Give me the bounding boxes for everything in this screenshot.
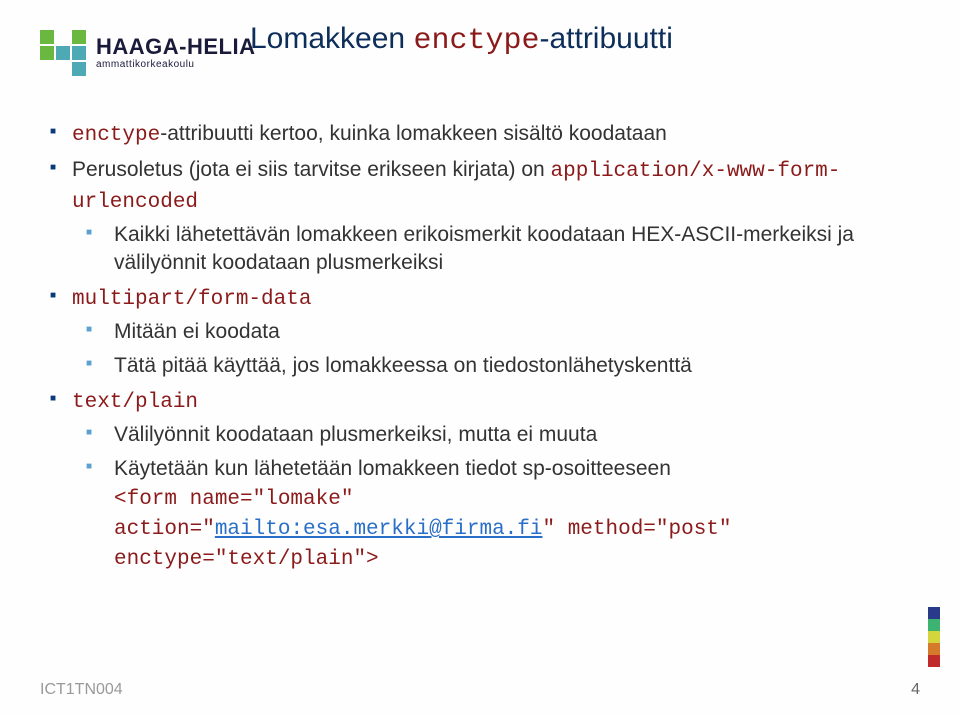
slide-content: enctype-attribuutti kertoo, kuinka lomak…: [50, 120, 920, 581]
bullet-item: enctype-attribuutti kertoo, kuinka lomak…: [50, 120, 920, 150]
title-code: enctype: [413, 24, 539, 58]
code-text: text/plain: [72, 391, 198, 414]
bullet-item: text/plain Välilyönnit koodataan plusmer…: [50, 387, 920, 575]
code-line: <form name="lomake": [114, 488, 353, 511]
bullet-text: -attribuutti kertoo, kuinka lomakkeen si…: [160, 122, 667, 145]
code-line: action=": [114, 518, 215, 541]
strip-block: [928, 607, 940, 619]
bullet-text: Mitään ei koodata: [114, 320, 280, 343]
code-line: enctype="text/plain">: [114, 548, 379, 571]
title-post: -attribuutti: [539, 22, 672, 55]
bullet-text: Perusoletus (jota ei siis tarvitse eriks…: [72, 158, 551, 181]
logo-sub: ammattikorkeakoulu: [96, 60, 256, 70]
mailto-link[interactable]: mailto:esa.merkki@firma.fi: [215, 518, 543, 541]
bullet-text: Käytetään kun lähetetään lomakkeen tiedo…: [114, 457, 671, 480]
logo-text: HAAGA-HELIA ammattikorkeakoulu: [96, 36, 256, 70]
code-text: enctype: [72, 124, 160, 147]
slide-title: Lomakkeen enctype-attribuutti: [250, 22, 673, 58]
strip-block: [928, 631, 940, 643]
bullet-text: Tätä pitää käyttää, jos lomakkeessa on t…: [114, 354, 692, 377]
bullet-sub-item: Mitään ei koodata: [86, 318, 920, 346]
strip-block: [928, 619, 940, 631]
logo: HAAGA-HELIA ammattikorkeakoulu: [40, 30, 256, 76]
strip-block: [928, 655, 940, 667]
bullet-sub-item: Välilyönnit koodataan plusmerkeiksi, mut…: [86, 421, 920, 449]
code-text: multipart/form-data: [72, 288, 311, 311]
bullet-text: Välilyönnit koodataan plusmerkeiksi, mut…: [114, 423, 597, 446]
page-number: 4: [911, 681, 920, 699]
strip-block: [928, 643, 940, 655]
title-pre: Lomakkeen: [250, 22, 413, 55]
bullet-sub-item: Käytetään kun lähetetään lomakkeen tiedo…: [86, 455, 920, 574]
code-line: " method="post": [542, 518, 731, 541]
footer-code: ICT1TN004: [40, 681, 123, 699]
logo-main: HAAGA-HELIA: [96, 36, 256, 58]
bullet-text: Kaikki lähetettävän lomakkeen erikoismer…: [114, 223, 854, 274]
bullet-sub-item: Tätä pitää käyttää, jos lomakkeessa on t…: [86, 352, 920, 380]
logo-mark: [40, 30, 86, 76]
bullet-sub-item: Kaikki lähetettävän lomakkeen erikoismer…: [86, 221, 920, 278]
color-strip: [928, 607, 940, 667]
bullet-item: multipart/form-data Mitään ei koodata Tä…: [50, 284, 920, 381]
bullet-item: Perusoletus (jota ei siis tarvitse eriks…: [50, 156, 920, 277]
